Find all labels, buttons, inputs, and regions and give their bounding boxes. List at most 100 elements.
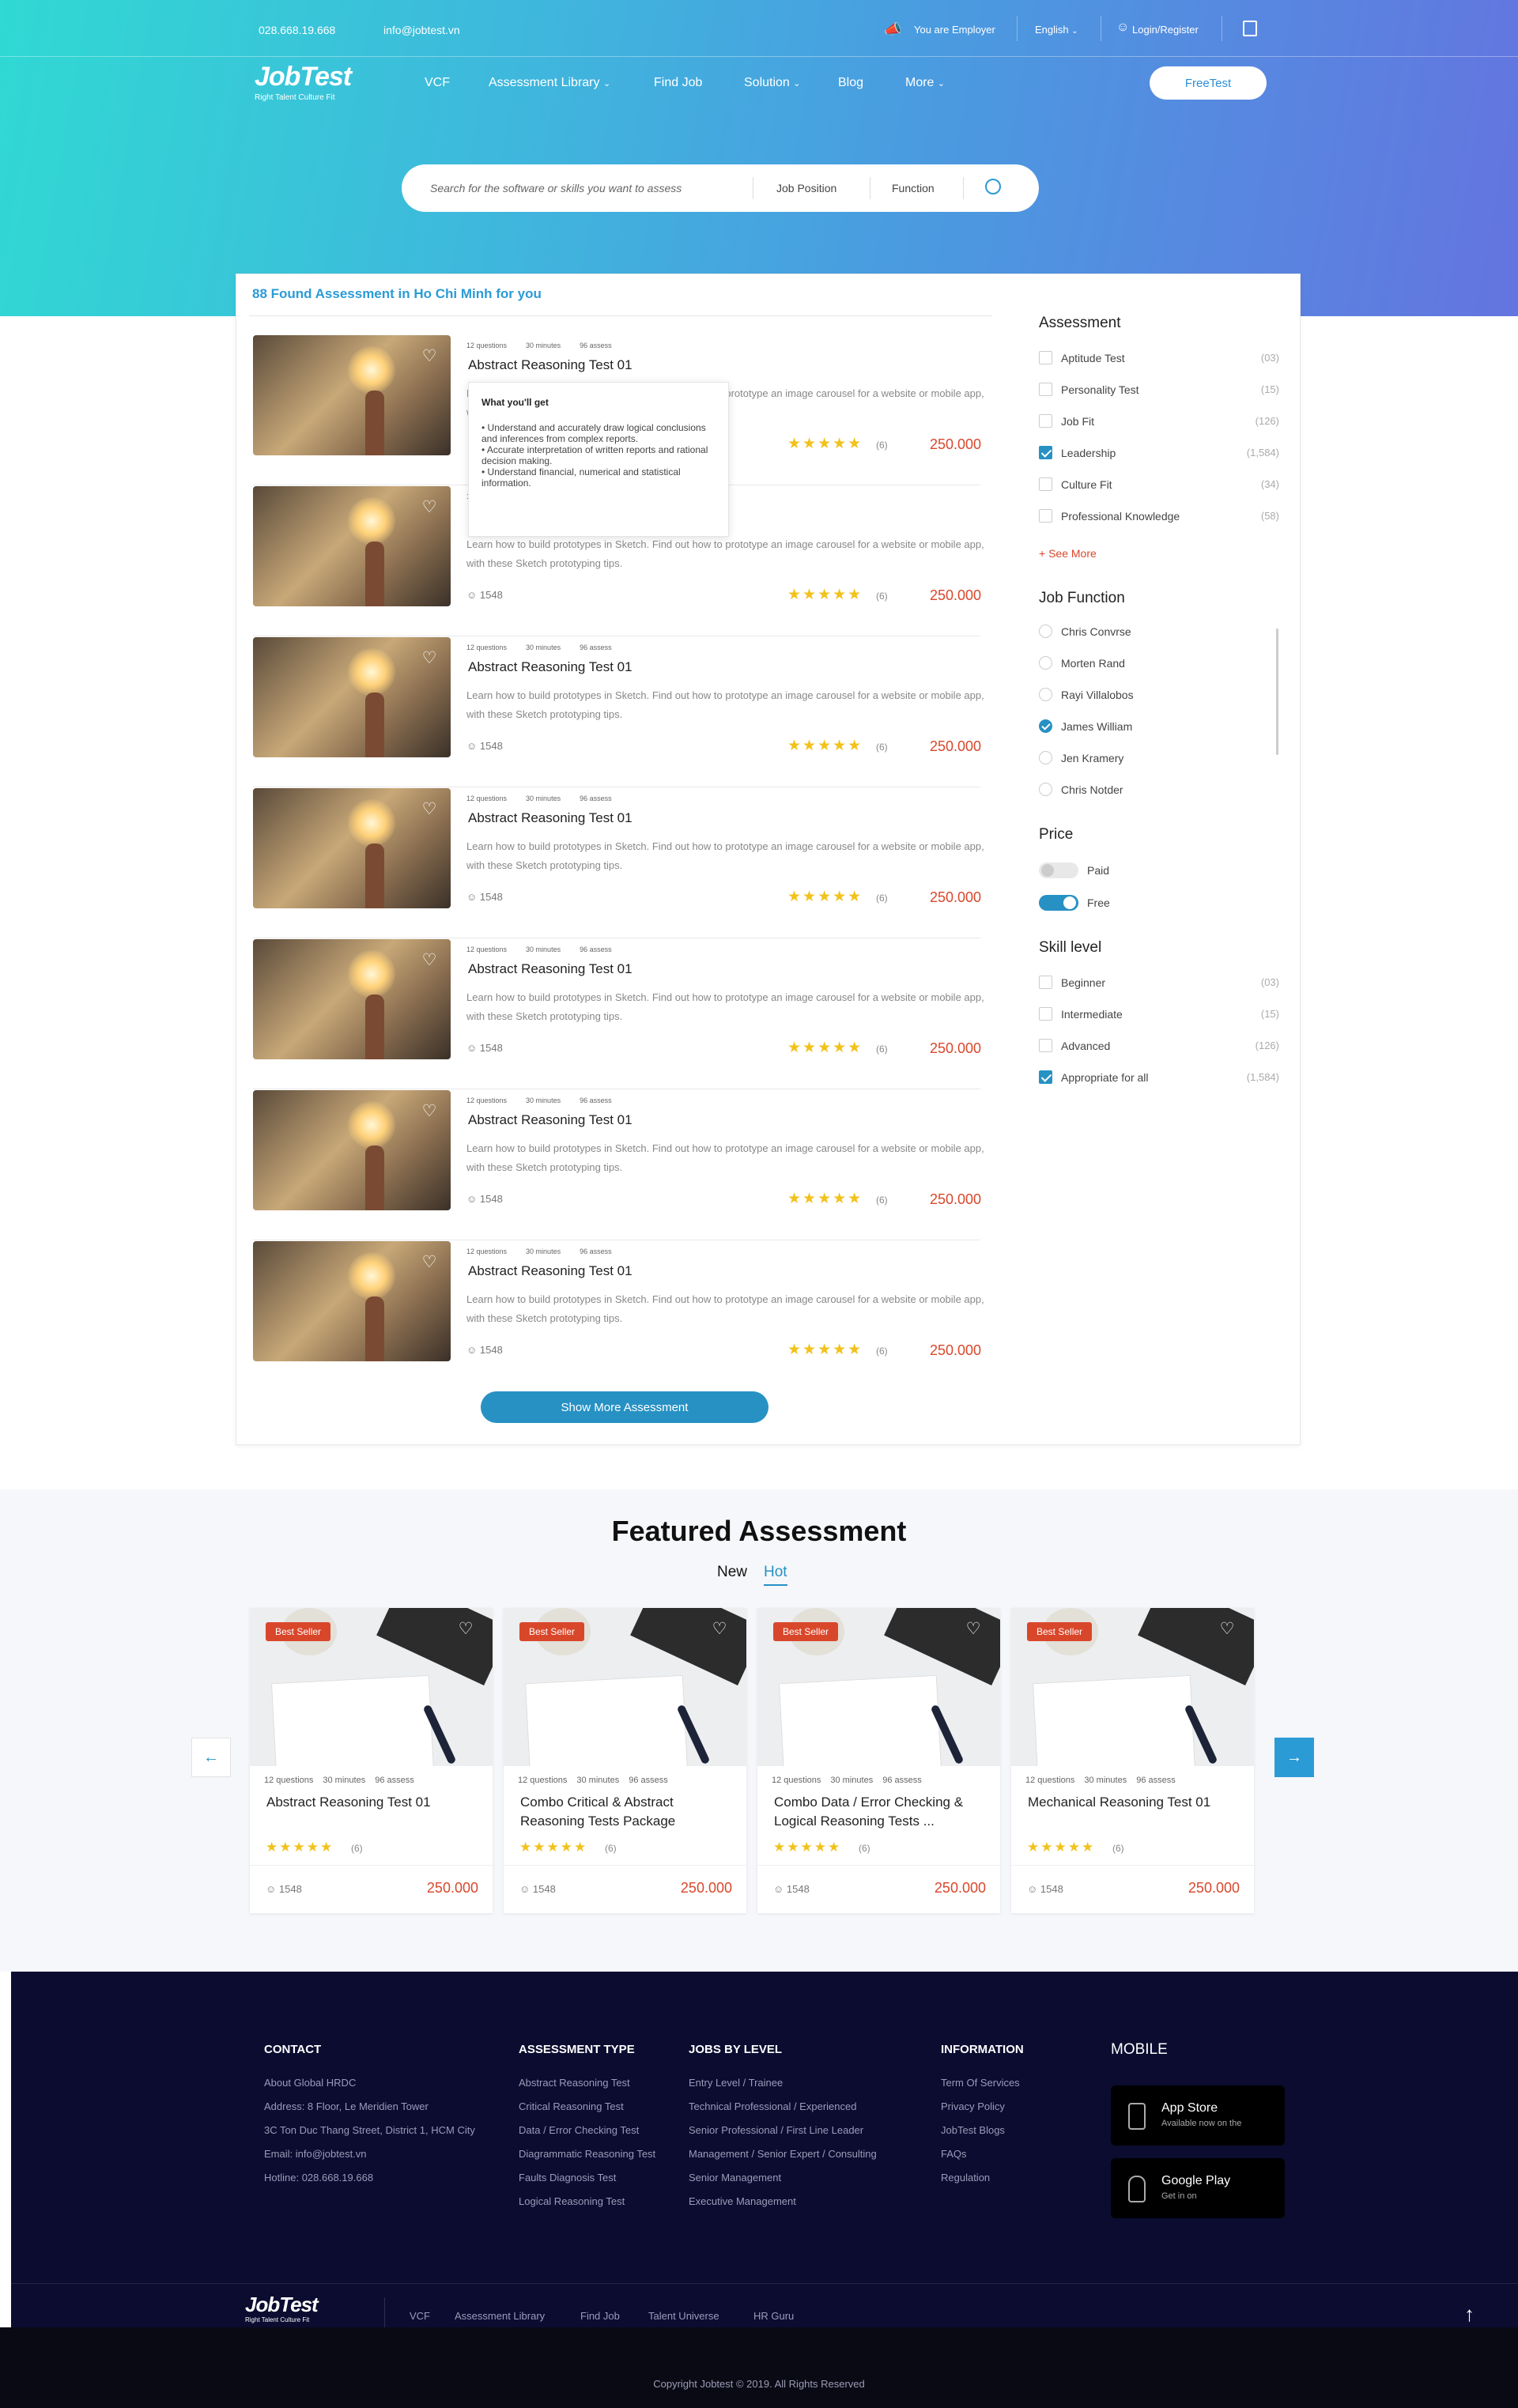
filter-option-job_function[interactable]: Chris Notder	[1039, 783, 1279, 798]
see-more-link[interactable]: + See More	[1039, 547, 1097, 560]
checkbox[interactable]	[1039, 446, 1052, 459]
heart-icon[interactable]: ♡	[965, 1621, 982, 1638]
cart-icon[interactable]	[1243, 21, 1257, 36]
footer-link[interactable]: Privacy Policy	[941, 2100, 1024, 2124]
checkbox[interactable]	[1039, 1007, 1052, 1021]
footer-link[interactable]: Regulation	[941, 2172, 1024, 2195]
heart-icon[interactable]: ♡	[421, 1103, 438, 1120]
employer-link[interactable]: You are Employer	[914, 24, 995, 36]
footer-link[interactable]: Term Of Services	[941, 2077, 1024, 2100]
app-store-button[interactable]: App Store Available now on the	[1111, 2085, 1285, 2146]
footer-nav-link[interactable]: Talent Universe	[648, 2310, 719, 2322]
featured-card[interactable]: Best Seller ♡ 12 questions 30 minutes 96 ass…	[504, 1608, 746, 1913]
nav-more[interactable]: More ⌄	[905, 76, 945, 90]
radio-button[interactable]	[1039, 656, 1052, 670]
footer-link[interactable]: Executive Management	[689, 2195, 877, 2219]
filter-option-job_function[interactable]: James William	[1039, 719, 1279, 735]
assessment-thumbnail[interactable]: ♡	[253, 1241, 451, 1361]
featured-title-text[interactable]: Mechanical Reasoning Test 01	[1028, 1793, 1241, 1812]
featured-card[interactable]: Best Seller ♡ 12 questions 30 minutes 96 ass…	[757, 1608, 1000, 1913]
footer-link[interactable]: Logical Reasoning Test	[519, 2195, 655, 2219]
assessment-thumbnail[interactable]: ♡	[253, 486, 451, 606]
featured-card[interactable]: Best Seller ♡ 12 questions 30 minutes 96 ass…	[1011, 1608, 1254, 1913]
nav-blog[interactable]: Blog	[838, 76, 863, 90]
freetest-button[interactable]: FreeTest	[1150, 66, 1267, 100]
footer-link[interactable]: Entry Level / Trainee	[689, 2077, 877, 2100]
footer-nav-link[interactable]: HR Guru	[753, 2310, 794, 2322]
filter-option-skill[interactable]: Advanced (126)	[1039, 1039, 1279, 1055]
google-play-button[interactable]: Google Play Get in on	[1111, 2158, 1285, 2218]
filter-option-job_function[interactable]: Morten Rand	[1039, 656, 1279, 672]
arrow-left-icon[interactable]: ←	[191, 1738, 231, 1777]
assessment-title[interactable]: Abstract Reasoning Test 01	[468, 810, 632, 826]
assessment-title[interactable]: Abstract Reasoning Test 01	[468, 961, 632, 977]
assessment-thumbnail[interactable]: ♡	[253, 939, 451, 1059]
filter-option-assessment[interactable]: Job Fit (126)	[1039, 414, 1279, 430]
footer-link[interactable]: FAQs	[941, 2148, 1024, 2172]
assessment-title[interactable]: Abstract Reasoning Test 01	[468, 1263, 632, 1279]
heart-icon[interactable]: ♡	[421, 650, 438, 667]
radio-button[interactable]	[1039, 688, 1052, 701]
featured-image[interactable]: Best Seller ♡	[1011, 1608, 1254, 1766]
nav-assessment-library[interactable]: Assessment Library ⌄	[489, 76, 610, 90]
footer-link[interactable]: JobTest Blogs	[941, 2124, 1024, 2148]
checkbox[interactable]	[1039, 1070, 1052, 1084]
nav-vcf[interactable]: VCF	[425, 76, 450, 90]
featured-image[interactable]: Best Seller ♡	[757, 1608, 1000, 1766]
featured-card[interactable]: Best Seller ♡ 12 questions 30 minutes 96 ass…	[250, 1608, 493, 1913]
search-icon[interactable]	[985, 179, 1001, 194]
nav-find-job[interactable]: Find Job	[654, 76, 702, 90]
featured-image[interactable]: Best Seller ♡	[250, 1608, 493, 1766]
assessment-title[interactable]: Abstract Reasoning Test 01	[468, 659, 632, 675]
scrollbar[interactable]	[1276, 628, 1278, 755]
filter-option-job_function[interactable]: Rayi Villalobos	[1039, 688, 1279, 704]
filter-option-skill[interactable]: Beginner (03)	[1039, 976, 1279, 991]
footer-nav-link[interactable]: VCF	[410, 2310, 430, 2322]
assessment-thumbnail[interactable]: ♡	[253, 788, 451, 908]
assessment-card[interactable]: ♡ 12 questions 30 minutes 96 assess Abstract…	[253, 1241, 984, 1391]
nav-solution[interactable]: Solution ⌄	[744, 76, 801, 90]
footer-nav-link[interactable]: Assessment Library	[455, 2310, 545, 2322]
featured-title-text[interactable]: Combo Data / Error Checking & Logical Re…	[774, 1793, 987, 1831]
heart-icon[interactable]: ♡	[711, 1621, 728, 1638]
footer-link[interactable]: Senior Management	[689, 2172, 877, 2195]
assessment-card[interactable]: ♡ 12 questions 30 minutes 96 assess Abstract…	[253, 637, 984, 787]
footer-nav-link[interactable]: Find Job	[580, 2310, 620, 2322]
assessment-thumbnail[interactable]: ♡	[253, 637, 451, 757]
checkbox[interactable]	[1039, 477, 1052, 491]
phone-link[interactable]: 028.668.19.668	[259, 24, 335, 36]
footer-link[interactable]: Abstract Reasoning Test	[519, 2077, 655, 2100]
radio-button[interactable]	[1039, 719, 1052, 733]
radio-button[interactable]	[1039, 751, 1052, 764]
heart-icon[interactable]: ♡	[421, 499, 438, 516]
heart-icon[interactable]: ♡	[421, 801, 438, 818]
footer-link[interactable]: Diagrammatic Reasoning Test	[519, 2148, 655, 2172]
assessment-card[interactable]: ♡ 12 questions 30 minutes 96 assess Abstract…	[253, 788, 984, 938]
filter-option-job_function[interactable]: Jen Kramery	[1039, 751, 1279, 767]
footer-link[interactable]: Senior Professional / First Line Leader	[689, 2124, 877, 2148]
assessment-card[interactable]: ♡ 12 questions 30 minutes 96 assess Abstract…	[253, 939, 984, 1089]
heart-icon[interactable]: ♡	[421, 348, 438, 365]
paid-toggle[interactable]	[1039, 862, 1078, 878]
checkbox[interactable]	[1039, 1039, 1052, 1052]
job-position-select[interactable]: Job Position	[776, 182, 836, 194]
footer-link[interactable]: About Global HRDC	[264, 2077, 475, 2100]
tab-new[interactable]: New	[717, 1564, 747, 1581]
filter-option-assessment[interactable]: Personality Test (15)	[1039, 383, 1279, 398]
featured-title-text[interactable]: Combo Critical & Abstract Reasoning Test…	[520, 1793, 734, 1831]
logo[interactable]: JobTest Right Talent Culture Fit	[255, 62, 352, 102]
show-more-button[interactable]: Show More Assessment	[481, 1391, 768, 1423]
heart-icon[interactable]: ♡	[421, 952, 438, 969]
email-link[interactable]: info@jobtest.vn	[383, 24, 460, 36]
filter-option-assessment[interactable]: Professional Knowledge (58)	[1039, 509, 1279, 525]
arrow-right-icon[interactable]: →	[1274, 1738, 1314, 1777]
filter-option-assessment[interactable]: Leadership (1,584)	[1039, 446, 1279, 462]
checkbox[interactable]	[1039, 976, 1052, 989]
filter-option-assessment[interactable]: Culture Fit (34)	[1039, 477, 1279, 493]
assessment-card[interactable]: ♡ 12 questions 30 minutes 96 assess Abstract…	[253, 1090, 984, 1240]
function-select[interactable]: Function	[892, 182, 935, 194]
filter-option-skill[interactable]: Intermediate (15)	[1039, 1007, 1279, 1023]
filter-option-assessment[interactable]: Aptitude Test (03)	[1039, 351, 1279, 367]
footer-link[interactable]: Technical Professional / Experienced	[689, 2100, 877, 2124]
assessment-thumbnail[interactable]: ♡	[253, 1090, 451, 1210]
